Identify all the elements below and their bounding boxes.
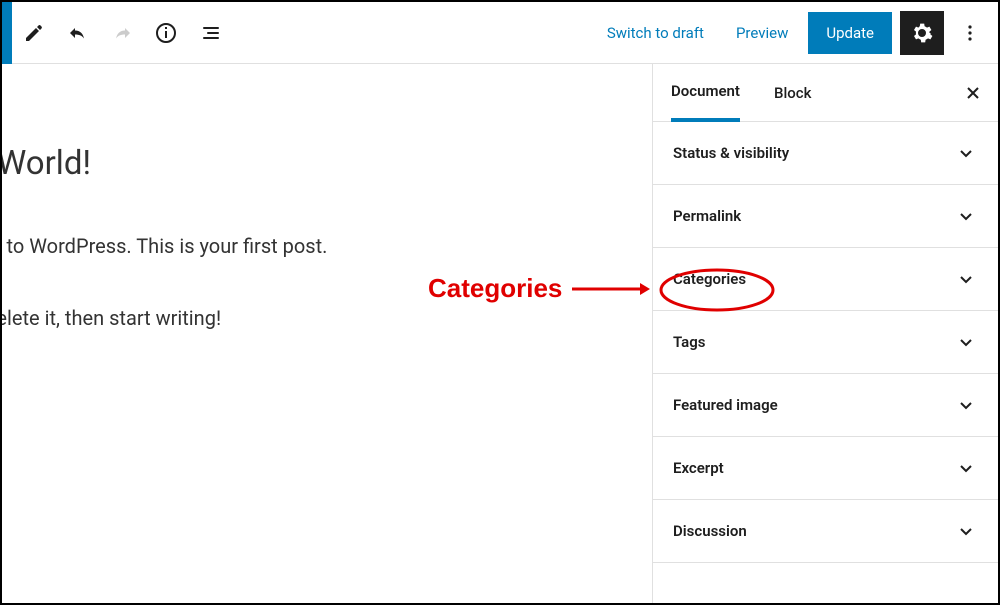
- chevron-down-icon: [956, 206, 976, 226]
- panel-label: Featured image: [673, 396, 778, 414]
- outline-button[interactable]: [188, 11, 232, 55]
- post-paragraph-2[interactable]: or delete it, then start writing!: [2, 303, 652, 333]
- main-area: lo World! ome to WordPress. This is your…: [2, 64, 998, 603]
- panel-label: Excerpt: [673, 459, 724, 477]
- info-button[interactable]: [144, 11, 188, 55]
- panel-excerpt[interactable]: Excerpt: [653, 437, 998, 500]
- panel-label: Tags: [673, 333, 706, 351]
- tab-document[interactable]: Document: [671, 64, 740, 122]
- panel-discussion[interactable]: Discussion: [653, 500, 998, 563]
- redo-icon: [110, 21, 134, 45]
- close-sidebar-button[interactable]: [964, 84, 982, 102]
- info-icon: [154, 21, 178, 45]
- tab-block[interactable]: Block: [774, 66, 811, 120]
- kebab-icon: [958, 21, 982, 45]
- editor-canvas[interactable]: lo World! ome to WordPress. This is your…: [2, 64, 652, 603]
- switch-to-draft-button[interactable]: Switch to draft: [595, 16, 716, 50]
- panel-featured-image[interactable]: Featured image: [653, 374, 998, 437]
- close-icon: [964, 84, 982, 102]
- redo-button[interactable]: [100, 11, 144, 55]
- undo-icon: [66, 21, 90, 45]
- settings-sidebar: Document Block Status & visibility Perma…: [652, 64, 998, 603]
- toolbar-right: Switch to draft Preview Update: [595, 11, 988, 55]
- panel-tags[interactable]: Tags: [653, 311, 998, 374]
- panel-label: Permalink: [673, 207, 741, 225]
- edit-button[interactable]: [12, 11, 56, 55]
- panel-categories[interactable]: Categories: [653, 248, 998, 311]
- preview-button[interactable]: Preview: [724, 16, 800, 50]
- panel-label: Categories: [673, 270, 746, 288]
- post-title[interactable]: lo World!: [2, 144, 652, 183]
- chevron-down-icon: [956, 269, 976, 289]
- toolbar-left: [2, 2, 232, 64]
- chevron-down-icon: [956, 143, 976, 163]
- panel-label: Discussion: [673, 522, 747, 540]
- pencil-icon: [22, 21, 46, 45]
- settings-button[interactable]: [900, 11, 944, 55]
- sidebar-tabs: Document Block: [653, 64, 998, 122]
- chevron-down-icon: [956, 521, 976, 541]
- panel-label: Status & visibility: [673, 144, 789, 162]
- panel-status-visibility[interactable]: Status & visibility: [653, 122, 998, 185]
- editor-accent-strip: [2, 2, 12, 64]
- undo-button[interactable]: [56, 11, 100, 55]
- chevron-down-icon: [956, 332, 976, 352]
- chevron-down-icon: [956, 395, 976, 415]
- panel-permalink[interactable]: Permalink: [653, 185, 998, 248]
- chevron-down-icon: [956, 458, 976, 478]
- gear-icon: [910, 21, 934, 45]
- top-toolbar: Switch to draft Preview Update: [2, 2, 998, 64]
- list-outline-icon: [198, 21, 222, 45]
- update-button[interactable]: Update: [808, 12, 892, 54]
- more-options-button[interactable]: [952, 11, 988, 55]
- post-paragraph-1[interactable]: ome to WordPress. This is your first pos…: [2, 231, 652, 261]
